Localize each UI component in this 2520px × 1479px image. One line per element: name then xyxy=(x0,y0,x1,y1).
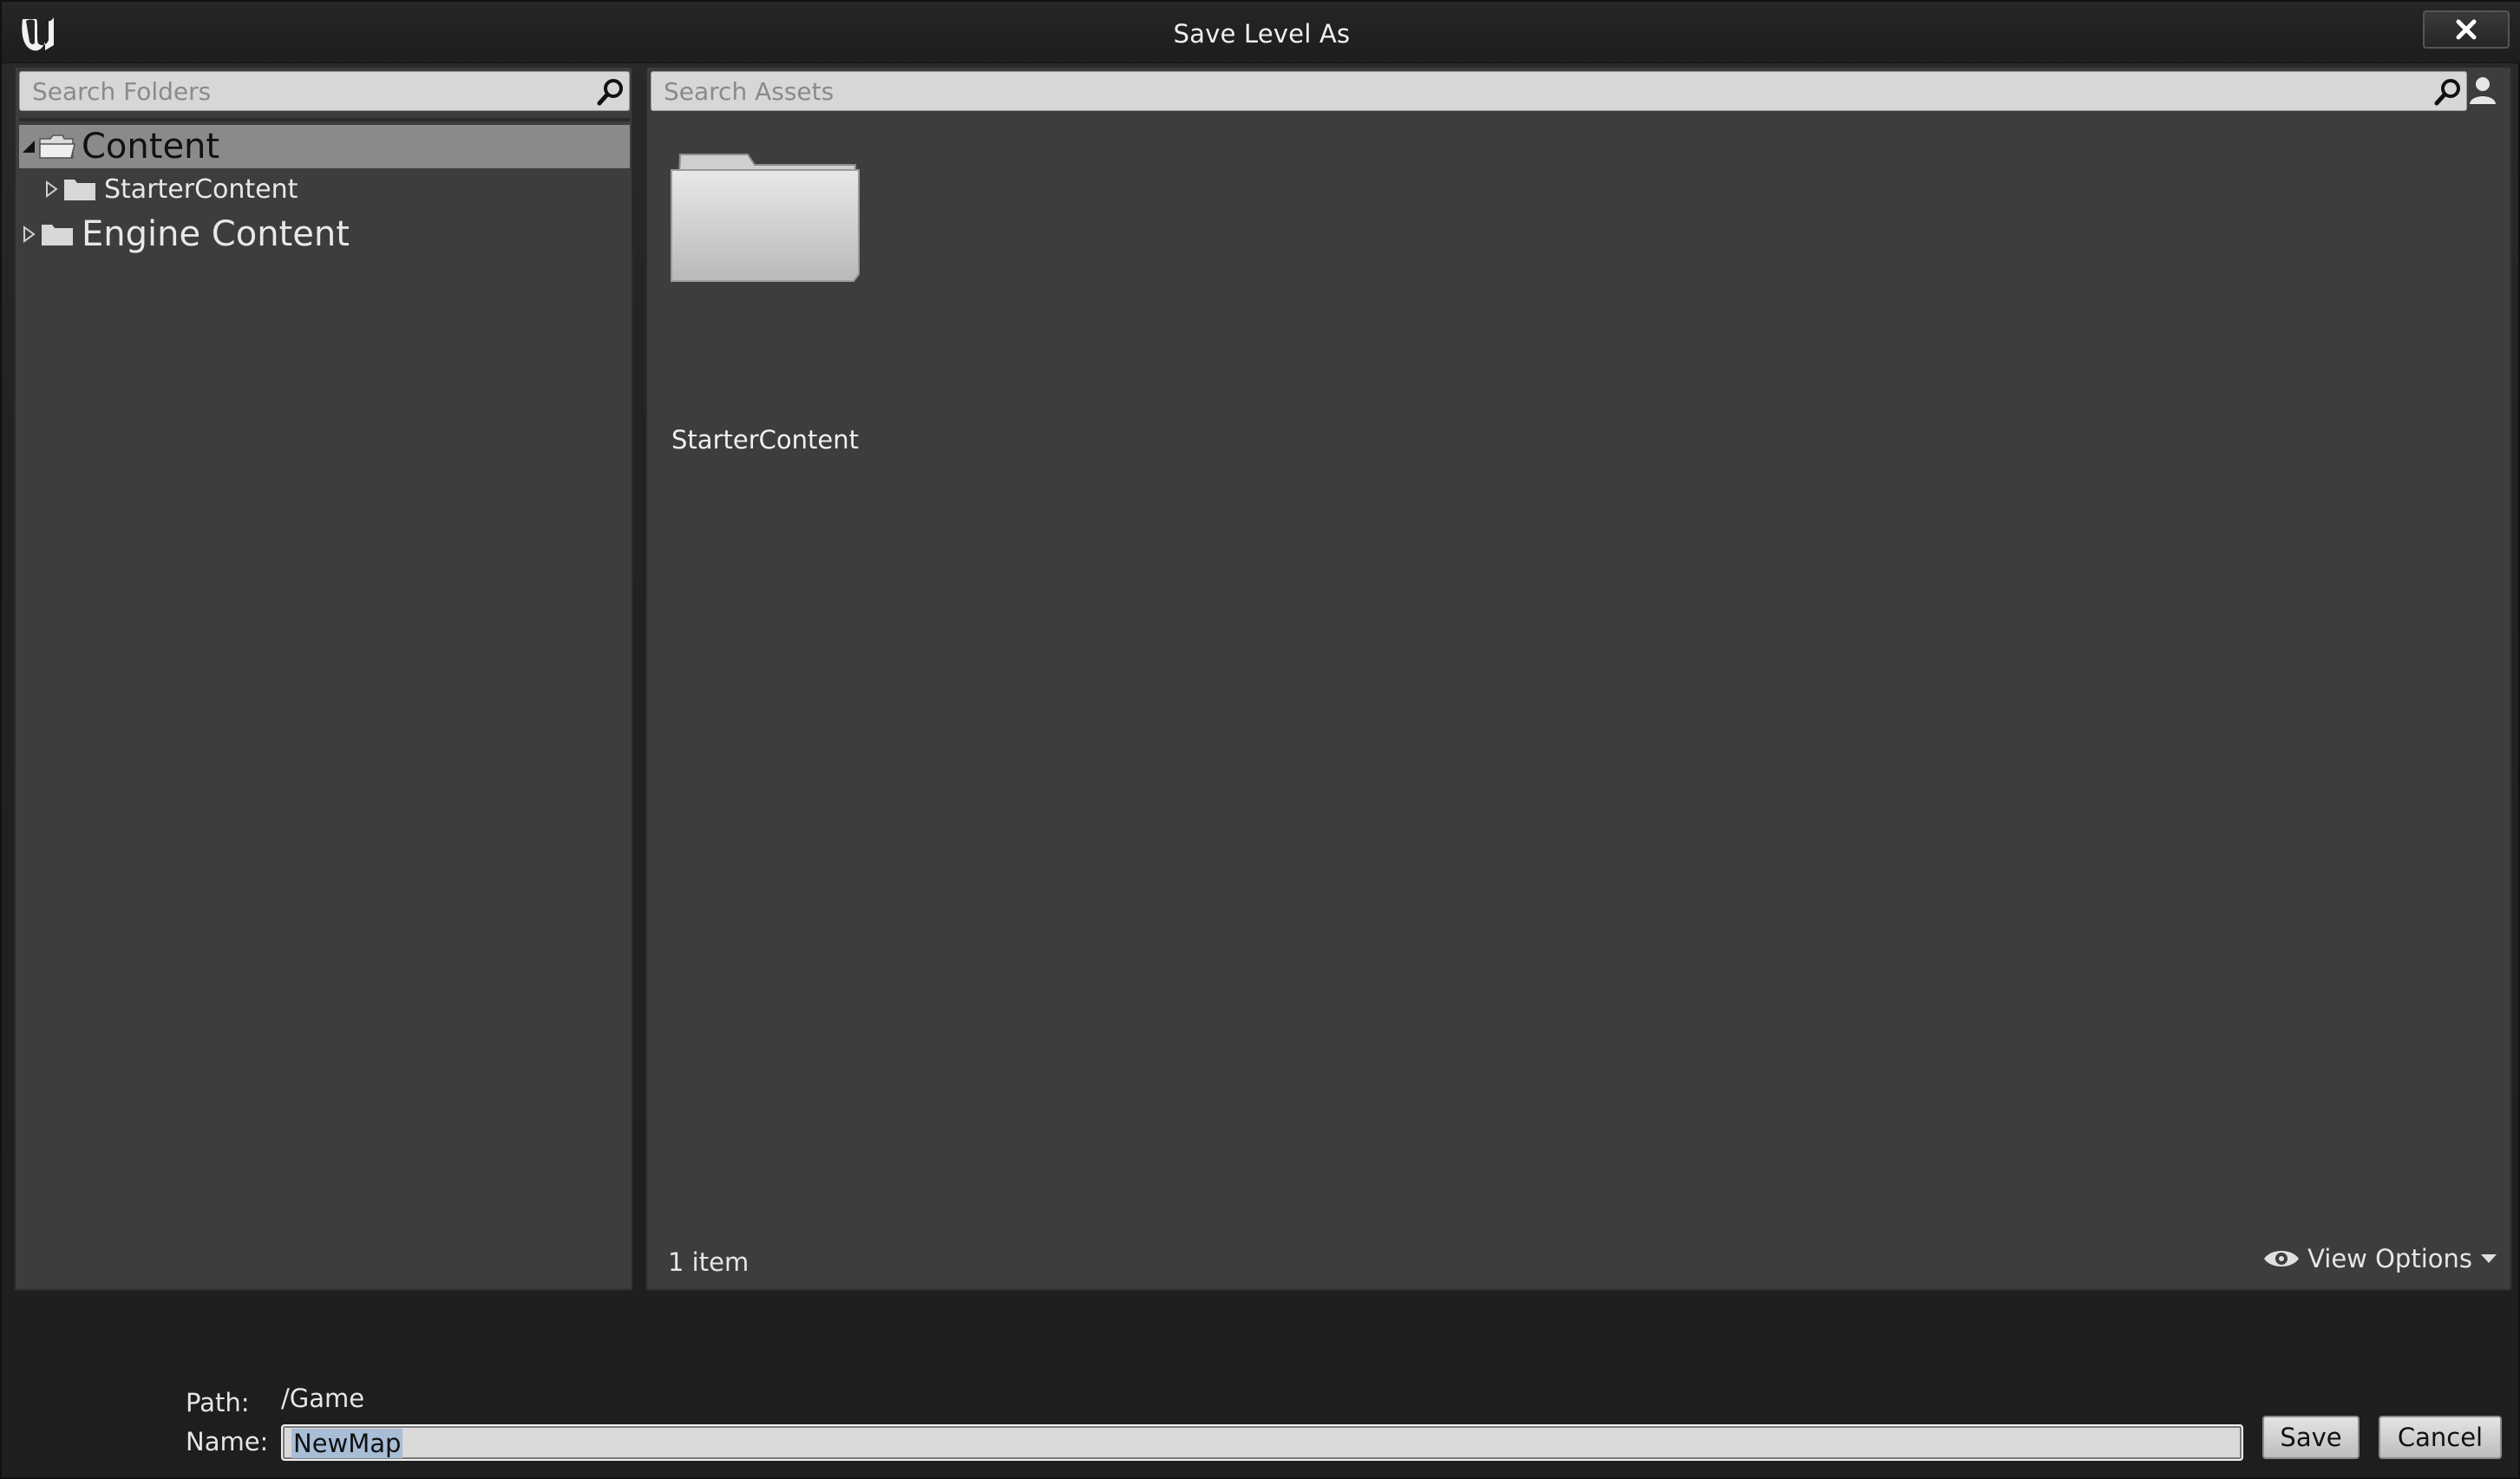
folder-open-icon xyxy=(39,134,75,159)
path-label: Path: xyxy=(186,1388,250,1417)
view-options-label: View Options xyxy=(2307,1244,2472,1273)
folder-icon xyxy=(64,180,95,200)
save-button[interactable]: Save xyxy=(2262,1416,2360,1459)
tree-item-startercontent[interactable]: StarterContent xyxy=(42,172,298,206)
view-options-button[interactable]: View Options xyxy=(2262,1244,2498,1273)
tree-divider xyxy=(19,118,630,121)
tree-item-label: Engine Content xyxy=(82,214,350,254)
tree-item-engine-content[interactable]: Engine Content xyxy=(19,212,350,257)
cancel-button[interactable]: Cancel xyxy=(2379,1416,2502,1459)
asset-search-box xyxy=(651,71,2467,111)
save-level-dialog: Save Level As Content xyxy=(0,0,2520,1479)
user-filter-icon[interactable] xyxy=(2465,73,2500,108)
tree-item-label: StarterContent xyxy=(104,173,298,205)
asset-tile-startercontent[interactable]: StarterContent xyxy=(661,146,869,467)
path-value: /Game xyxy=(281,1384,365,1413)
expanded-arrow-icon[interactable] xyxy=(19,137,38,156)
close-icon xyxy=(2456,19,2477,40)
close-button[interactable] xyxy=(2423,10,2510,49)
folder-search-box xyxy=(19,71,630,111)
chevron-down-icon xyxy=(2481,1254,2497,1263)
window-title: Save Level As xyxy=(1173,19,1351,49)
name-label: Name: xyxy=(186,1427,269,1456)
search-icon[interactable] xyxy=(2433,77,2463,107)
folder-search-input[interactable] xyxy=(20,72,629,110)
name-field[interactable]: NewMap xyxy=(281,1424,2243,1461)
tree-item-label: Content xyxy=(82,127,220,167)
tree-item-content[interactable]: Content xyxy=(19,125,630,168)
search-icon[interactable] xyxy=(596,77,625,107)
eye-icon xyxy=(2264,1251,2300,1266)
asset-label: StarterContent xyxy=(671,425,859,455)
collapsed-arrow-icon[interactable] xyxy=(19,225,38,244)
title-bar[interactable]: Save Level As xyxy=(2,2,2520,63)
item-count: 1 item xyxy=(668,1247,749,1277)
name-field-value[interactable]: NewMap xyxy=(291,1429,403,1458)
asset-view-panel: StarterContent 1 item View Options xyxy=(645,66,2512,1291)
folder-icon xyxy=(42,225,73,245)
folder-tree-panel: Content StarterContent Engine Content xyxy=(14,66,633,1291)
collapsed-arrow-icon[interactable] xyxy=(42,180,61,199)
folder-icon xyxy=(671,154,860,282)
asset-search-input[interactable] xyxy=(651,72,2466,110)
